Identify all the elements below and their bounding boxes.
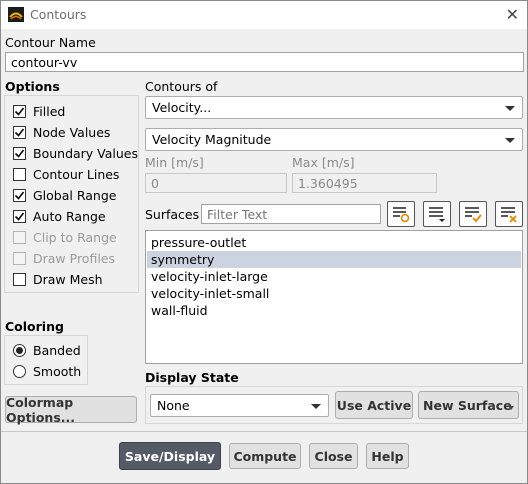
check-all-surfaces-button[interactable] bbox=[459, 201, 487, 227]
surfaces-filter-input[interactable] bbox=[201, 204, 381, 224]
boundary-values-checkbox[interactable]: Boundary Values bbox=[13, 144, 138, 162]
checkbox-label: Boundary Values bbox=[33, 145, 139, 161]
max-field bbox=[292, 173, 437, 193]
checkbox-box[interactable] bbox=[13, 209, 26, 223]
checkbox-box[interactable] bbox=[13, 272, 26, 286]
contours-of-label: Contours of bbox=[145, 79, 218, 94]
list-item[interactable]: pressure-outlet bbox=[147, 234, 521, 251]
checkbox-box[interactable] bbox=[13, 146, 26, 160]
coloring-group: Banded Smooth bbox=[4, 335, 88, 385]
list-clear-icon bbox=[501, 207, 517, 223]
contour-name-input[interactable] bbox=[5, 52, 524, 72]
footer-divider bbox=[1, 431, 527, 432]
display-state-heading: Display State bbox=[145, 370, 239, 385]
max-label: Max [m/s] bbox=[292, 155, 355, 170]
surface-list-menu-button[interactable] bbox=[423, 201, 451, 227]
chevron-down-icon bbox=[505, 138, 515, 143]
list-item[interactable]: symmetry bbox=[147, 251, 521, 268]
close-button[interactable]: Close bbox=[309, 443, 358, 469]
checkbox-label: Global Range bbox=[33, 187, 117, 203]
radio-label: Smooth bbox=[33, 363, 82, 379]
checkbox-label: Node Values bbox=[33, 124, 111, 140]
checkbox-label: Auto Range bbox=[33, 208, 106, 224]
contour-name-label: Contour Name bbox=[5, 35, 96, 50]
surfaces-list[interactable]: pressure-outlet symmetry velocity-inlet-… bbox=[145, 230, 523, 364]
new-surface-button[interactable]: New Surface bbox=[418, 391, 519, 419]
title-bar: Contours ✕ bbox=[1, 1, 527, 29]
draw-profiles-checkbox: Draw Profiles bbox=[13, 249, 115, 267]
chevron-down-icon bbox=[311, 404, 321, 409]
banded-radio[interactable]: Banded bbox=[13, 341, 81, 359]
coloring-heading: Coloring bbox=[5, 319, 64, 334]
chevron-down-icon bbox=[508, 406, 514, 410]
radio-button[interactable] bbox=[13, 343, 26, 357]
min-field bbox=[145, 173, 287, 193]
select-value: Velocity Magnitude bbox=[152, 132, 272, 147]
checkbox-label: Draw Profiles bbox=[33, 250, 116, 266]
list-item[interactable]: velocity-inlet-large bbox=[147, 268, 521, 285]
options-heading: Options bbox=[5, 79, 60, 94]
list-item[interactable]: velocity-inlet-small bbox=[147, 285, 521, 302]
new-surface-label: New Surface bbox=[423, 397, 512, 413]
checkbox-box bbox=[13, 251, 26, 265]
radio-button[interactable] bbox=[13, 364, 26, 378]
use-active-button[interactable]: Use Active bbox=[335, 391, 413, 419]
global-range-checkbox[interactable]: Global Range bbox=[13, 186, 116, 204]
checkbox-box bbox=[13, 230, 26, 244]
radio-label: Banded bbox=[33, 342, 81, 358]
filled-checkbox[interactable]: Filled bbox=[13, 102, 65, 120]
list-menu-icon bbox=[429, 207, 445, 222]
select-all-surfaces-button[interactable] bbox=[387, 201, 415, 227]
draw-mesh-checkbox[interactable]: Draw Mesh bbox=[13, 270, 103, 288]
auto-range-checkbox[interactable]: Auto Range bbox=[13, 207, 106, 225]
min-label: Min [m/s] bbox=[145, 155, 204, 170]
options-group: Filled Node Values Boundary Values Conto… bbox=[4, 95, 139, 293]
node-values-checkbox[interactable]: Node Values bbox=[13, 123, 110, 141]
clip-to-range-checkbox: Clip to Range bbox=[13, 228, 117, 246]
list-check-icon bbox=[465, 207, 482, 223]
chevron-down-icon bbox=[505, 106, 515, 111]
surfaces-label: Surfaces bbox=[145, 207, 200, 222]
smooth-radio[interactable]: Smooth bbox=[13, 362, 81, 380]
contours-of-subselect[interactable]: Velocity Magnitude bbox=[145, 128, 523, 151]
checkbox-label: Draw Mesh bbox=[33, 271, 103, 287]
compute-button[interactable]: Compute bbox=[229, 443, 301, 469]
checkbox-box[interactable] bbox=[13, 167, 26, 181]
checkbox-label: Clip to Range bbox=[33, 229, 117, 245]
contours-dialog: Contours ✕ Contour Name Options Filled N… bbox=[0, 0, 528, 484]
contour-lines-checkbox[interactable]: Contour Lines bbox=[13, 165, 119, 183]
checkbox-box[interactable] bbox=[13, 188, 26, 202]
app-logo-icon bbox=[8, 7, 24, 22]
checkbox-box[interactable] bbox=[13, 104, 26, 118]
checkbox-label: Contour Lines bbox=[33, 166, 120, 182]
close-icon[interactable]: ✕ bbox=[506, 5, 519, 24]
list-select-icon bbox=[393, 207, 410, 223]
display-state-select[interactable]: None bbox=[150, 394, 329, 417]
checkbox-label: Filled bbox=[33, 103, 66, 119]
help-button[interactable]: Help bbox=[366, 443, 409, 469]
window-title: Contours bbox=[30, 7, 87, 22]
contours-of-select[interactable]: Velocity... bbox=[145, 96, 523, 119]
list-item[interactable]: wall-fluid bbox=[147, 302, 521, 319]
save-display-button[interactable]: Save/Display bbox=[119, 442, 221, 470]
colormap-options-button[interactable]: Colormap Options... bbox=[5, 395, 137, 425]
select-value: Velocity... bbox=[152, 100, 212, 115]
select-value: None bbox=[157, 398, 190, 413]
checkbox-box[interactable] bbox=[13, 125, 26, 139]
deselect-all-surfaces-button[interactable] bbox=[495, 201, 523, 227]
